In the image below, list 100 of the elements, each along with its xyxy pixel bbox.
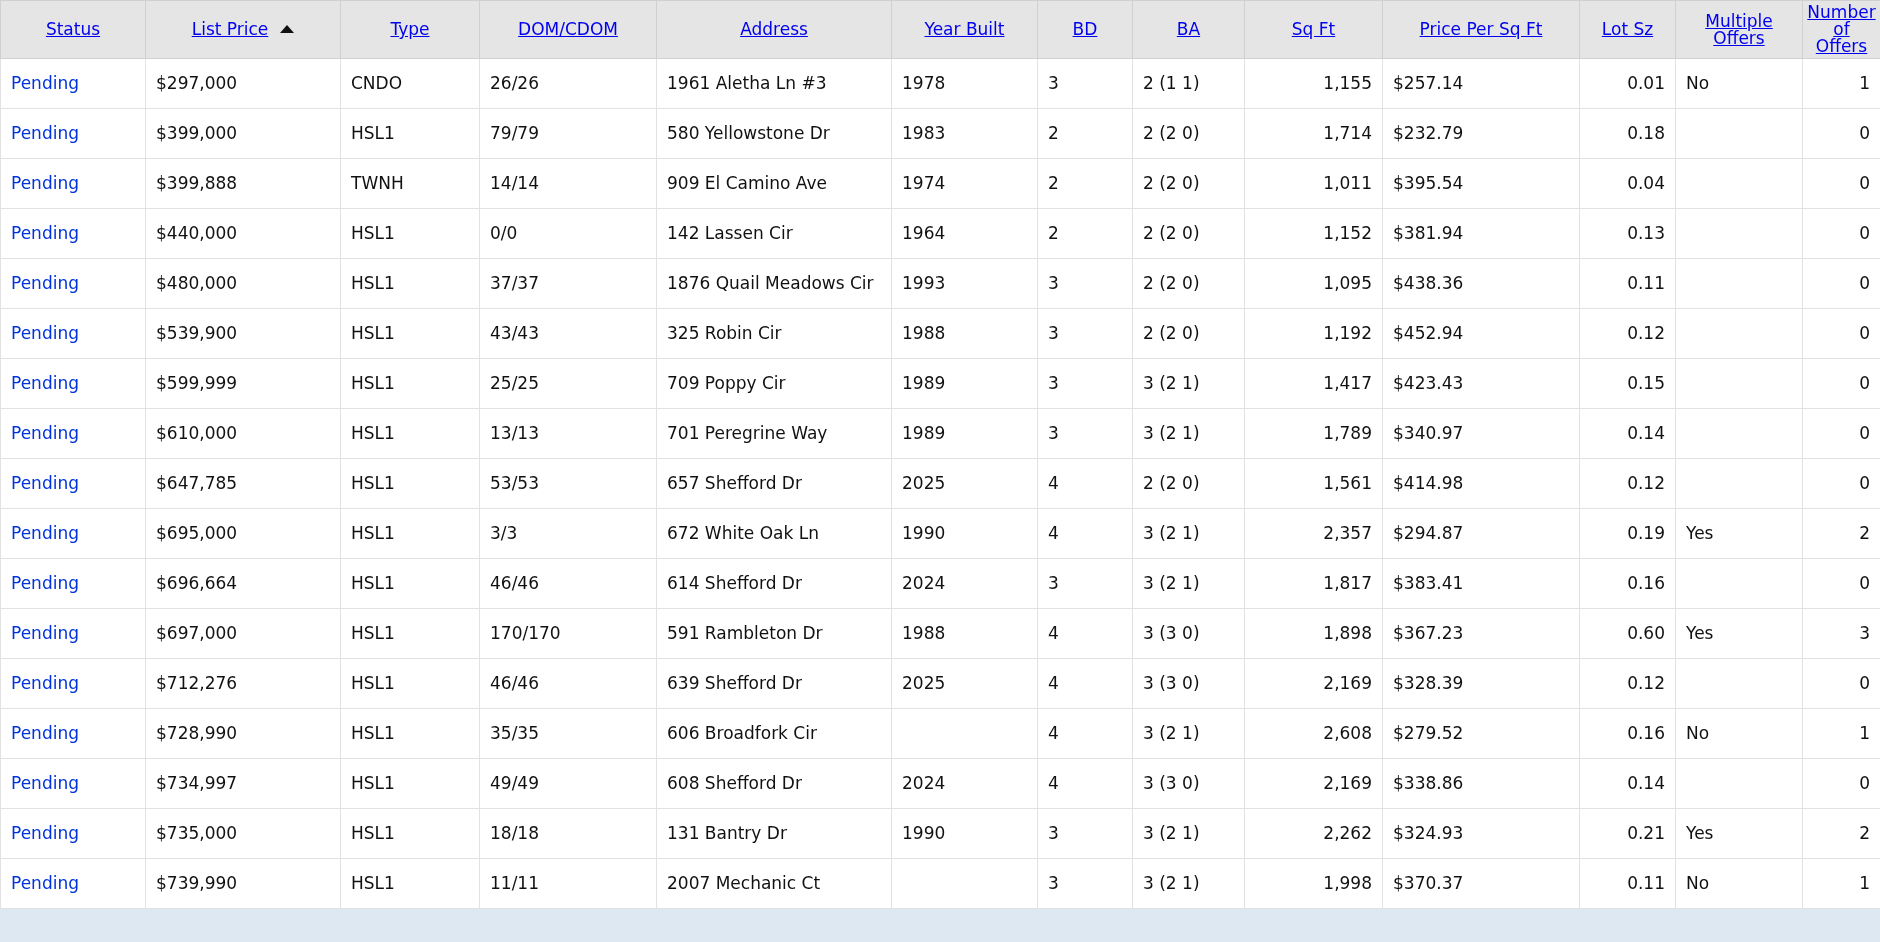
pending-link[interactable]: Pending	[11, 73, 79, 93]
table-cell: 1988	[891, 608, 1038, 659]
table-cell: 3 (2 1)	[1132, 358, 1245, 409]
pending-link[interactable]: Pending	[11, 473, 79, 493]
table-cell: 3 (3 0)	[1132, 758, 1245, 809]
table-cell: 2025	[891, 658, 1038, 709]
pending-link[interactable]: Pending	[11, 773, 79, 793]
table-cell: 1978	[891, 58, 1038, 109]
table-cell: 1,714	[1244, 108, 1383, 159]
pending-link[interactable]: Pending	[11, 823, 79, 843]
table-cell: HSL1	[340, 708, 480, 759]
sort-link[interactable]: BD	[1072, 21, 1098, 38]
sort-link[interactable]: Price Per Sq Ft	[1419, 21, 1543, 38]
table-cell: HSL1	[340, 408, 480, 459]
table-cell: 4	[1037, 758, 1133, 809]
sort-link[interactable]: Type	[390, 21, 430, 38]
table-cell: $697,000	[145, 608, 341, 659]
table-cell: 657 Shefford Dr	[656, 458, 892, 509]
table-cell: HSL1	[340, 558, 480, 609]
pending-link[interactable]: Pending	[11, 523, 79, 543]
table-cell: $257.14	[1382, 58, 1580, 109]
sort-link[interactable]: DOM/CDOM	[518, 21, 618, 38]
table-cell: 2,169	[1244, 758, 1383, 809]
table-cell: 614 Shefford Dr	[656, 558, 892, 609]
table-cell: 1961 Aletha Ln #3	[656, 58, 892, 109]
pending-link[interactable]: Pending	[11, 323, 79, 343]
table-cell: 0.19	[1579, 508, 1676, 559]
table-cell: $297,000	[145, 58, 341, 109]
sort-link[interactable]: Status	[45, 21, 101, 38]
table-cell: 1988	[891, 308, 1038, 359]
table-cell: No	[1675, 858, 1803, 909]
table-cell: 1,192	[1244, 308, 1383, 359]
sort-link[interactable]: List Price	[191, 21, 269, 38]
pending-link[interactable]: Pending	[11, 873, 79, 893]
table-cell: $712,276	[145, 658, 341, 709]
table-cell: $440,000	[145, 208, 341, 259]
pending-link[interactable]: Pending	[11, 723, 79, 743]
table-cell: 1,789	[1244, 408, 1383, 459]
sort-link[interactable]: Multiple Offers	[1680, 12, 1798, 47]
table-cell: 3 (2 1)	[1132, 408, 1245, 459]
table-cell: 608 Shefford Dr	[656, 758, 892, 809]
table-cell: $695,000	[145, 508, 341, 559]
pending-link[interactable]: Pending	[11, 173, 79, 193]
table-cell: $599,999	[145, 358, 341, 409]
table-cell: $414.98	[1382, 458, 1580, 509]
table-cell: Yes	[1675, 608, 1803, 659]
table-cell: 639 Shefford Dr	[656, 658, 892, 709]
pending-link[interactable]: Pending	[11, 623, 79, 643]
table-cell: $438.36	[1382, 258, 1580, 309]
sort-link[interactable]: Lot Sz	[1601, 21, 1654, 38]
table-cell: 1,152	[1244, 208, 1383, 259]
table-cell: 1989	[891, 358, 1038, 409]
table-cell: 26/26	[479, 58, 657, 109]
sort-link[interactable]: Number of Offers	[1807, 4, 1876, 55]
sort-link[interactable]: Year Built	[924, 21, 1005, 38]
table-cell: 3 (2 1)	[1132, 508, 1245, 559]
sort-link[interactable]: Sq Ft	[1291, 21, 1336, 38]
pending-link[interactable]: Pending	[11, 673, 79, 693]
table-cell: 35/35	[479, 708, 657, 759]
table-cell: 0.01	[1579, 58, 1676, 109]
pending-link[interactable]: Pending	[11, 423, 79, 443]
table-cell: 46/46	[479, 558, 657, 609]
table-cell: TWNH	[340, 158, 480, 209]
table-cell: 0.21	[1579, 808, 1676, 859]
table-cell: 1,095	[1244, 258, 1383, 309]
table-cell: $739,990	[145, 858, 341, 909]
table-cell: 2007 Mechanic Ct	[656, 858, 892, 909]
table-cell: $647,785	[145, 458, 341, 509]
table-cell: 3 (3 0)	[1132, 658, 1245, 709]
table-cell: 131 Bantry Dr	[656, 808, 892, 859]
table-cell: $370.37	[1382, 858, 1580, 909]
table-cell: 4	[1037, 658, 1133, 709]
table-cell: 1990	[891, 508, 1038, 559]
table-cell: 1,155	[1244, 58, 1383, 109]
table-cell: 3	[1037, 558, 1133, 609]
table-cell: $340.97	[1382, 408, 1580, 459]
pending-link[interactable]: Pending	[11, 573, 79, 593]
sort-link[interactable]: Address	[740, 21, 808, 38]
table-cell: 2	[1037, 208, 1133, 259]
pending-link[interactable]: Pending	[11, 373, 79, 393]
table-cell: 170/170	[479, 608, 657, 659]
table-cell: 2,357	[1244, 508, 1383, 559]
table-cell: 53/53	[479, 458, 657, 509]
table-cell: $328.39	[1382, 658, 1580, 709]
table-cell: 672 White Oak Ln	[656, 508, 892, 559]
table-cell: $381.94	[1382, 208, 1580, 259]
table-cell: $324.93	[1382, 808, 1580, 859]
pending-link[interactable]: Pending	[11, 223, 79, 243]
table-cell: HSL1	[340, 858, 480, 909]
sort-link[interactable]: BA	[1176, 21, 1201, 38]
table-cell: $734,997	[145, 758, 341, 809]
table-cell: $294.87	[1382, 508, 1580, 559]
table-cell: HSL1	[340, 608, 480, 659]
table-cell: 18/18	[479, 808, 657, 859]
pending-link[interactable]: Pending	[11, 123, 79, 143]
table-cell: Yes	[1675, 808, 1803, 859]
pending-link[interactable]: Pending	[11, 273, 79, 293]
table-cell: CNDO	[340, 58, 480, 109]
table-cell: 1,817	[1244, 558, 1383, 609]
table-cell: 3 (2 1)	[1132, 808, 1245, 859]
